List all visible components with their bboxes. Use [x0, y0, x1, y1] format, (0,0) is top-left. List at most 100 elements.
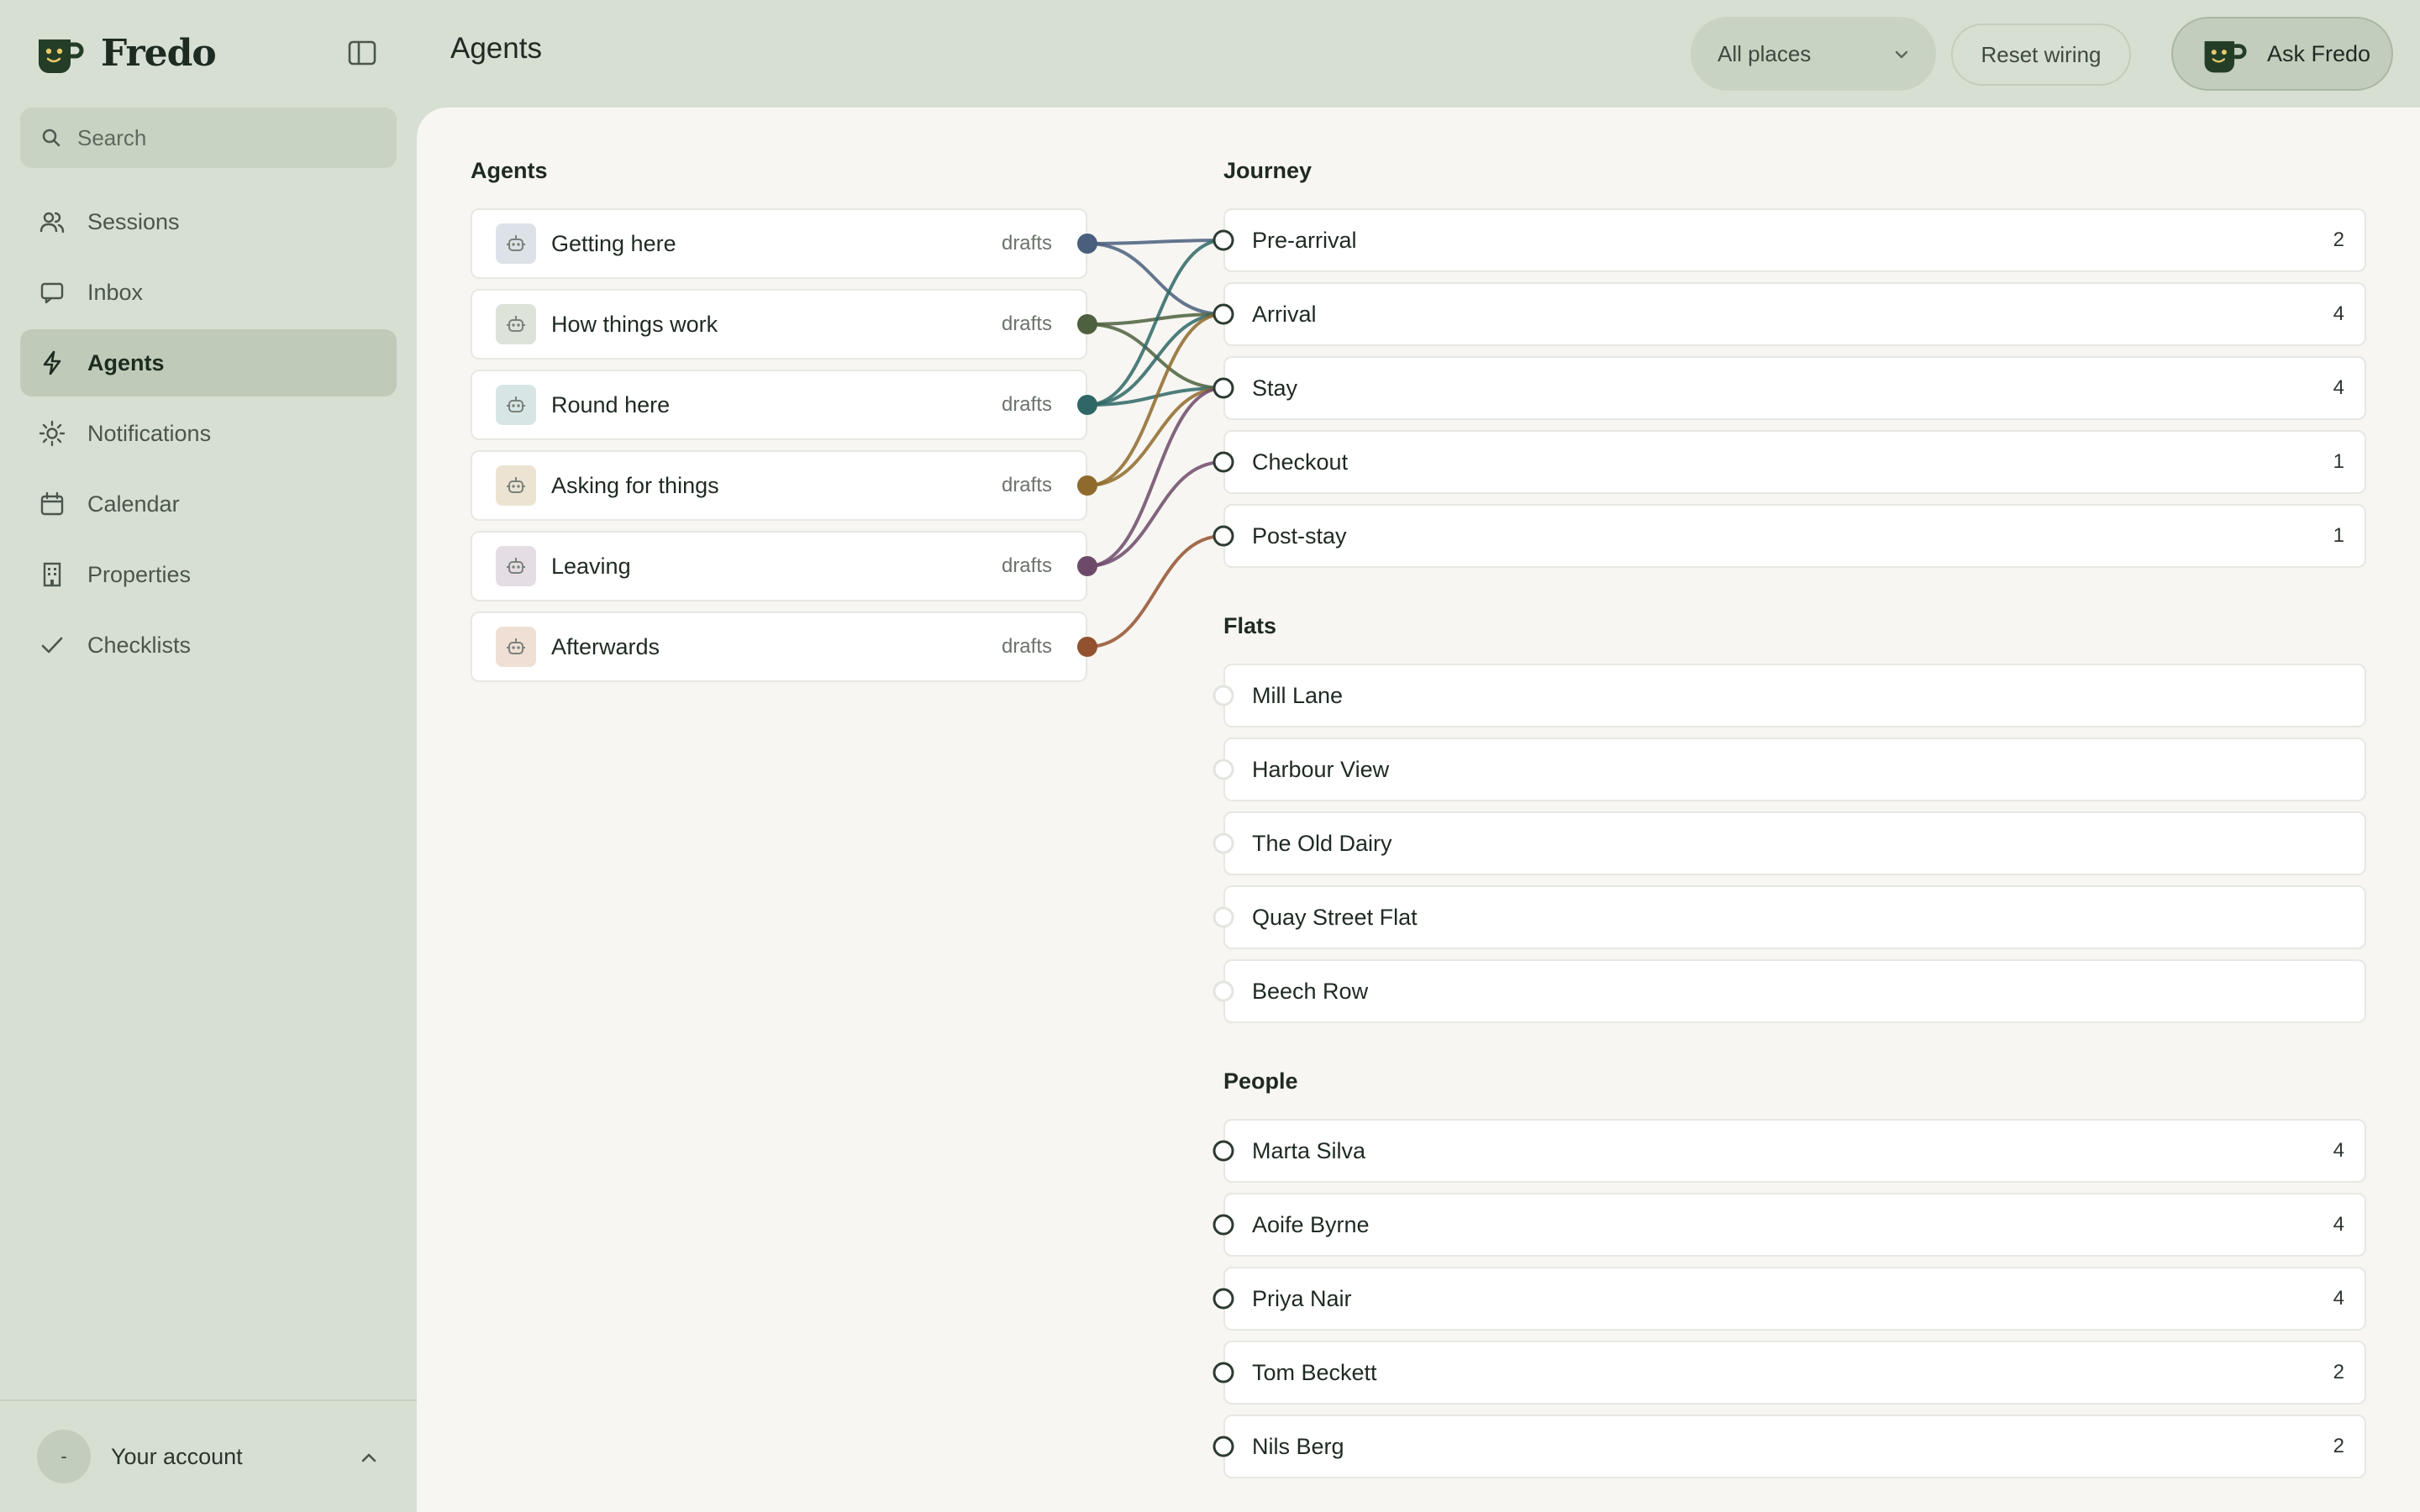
- sidebar-item-label: Checklists: [87, 632, 192, 658]
- building-icon: [43, 562, 61, 587]
- chevron-up-icon: [361, 1453, 376, 1462]
- agent-status: drafts: [1001, 554, 1052, 577]
- agent-status: drafts: [1001, 232, 1052, 255]
- row-count: 1: [2333, 450, 2344, 473]
- flats-row[interactable]: Quay Street Flat: [1223, 885, 2366, 949]
- journey-row[interactable]: Arrival 4: [1223, 282, 2366, 346]
- wire: [1086, 312, 1224, 407]
- row-label: Priya Nair: [1252, 1285, 1352, 1311]
- row-count: 2: [2333, 1435, 2344, 1457]
- search-box[interactable]: [20, 108, 397, 168]
- reset-wiring-button[interactable]: Reset wiring: [1951, 24, 2131, 86]
- sidebar-item-agents[interactable]: Agents: [20, 329, 397, 396]
- robot-icon: [496, 223, 536, 264]
- row-label: Arrival: [1252, 301, 1317, 327]
- flats-row[interactable]: Beech Row: [1223, 959, 2366, 1023]
- people-row[interactable]: Marta Silva 4: [1223, 1119, 2366, 1183]
- sidebar-item-label: Properties: [87, 561, 192, 587]
- agent-label: Afterwards: [551, 633, 660, 659]
- robot-icon: [496, 304, 536, 344]
- account-menu[interactable]: - Your account: [0, 1399, 417, 1512]
- wire: [1086, 239, 1224, 407]
- sidebar-item-properties[interactable]: Properties: [20, 541, 397, 608]
- row-label: Mill Lane: [1252, 682, 1344, 708]
- flats-section-title: Flats: [1223, 613, 1277, 638]
- row-label: Marta Silva: [1252, 1137, 1366, 1163]
- agent-card[interactable]: Afterwards drafts: [471, 612, 1087, 682]
- wire: [1086, 312, 1224, 487]
- agent-card[interactable]: How things work drafts: [471, 289, 1087, 360]
- sidebar-item-label: Sessions: [87, 208, 180, 234]
- sidebar-item-sessions[interactable]: Sessions: [20, 188, 397, 255]
- chevron-down-icon: [1895, 50, 1908, 59]
- flats-row[interactable]: The Old Dairy: [1223, 811, 2366, 875]
- row-count: 4: [2333, 376, 2344, 399]
- search-input[interactable]: [77, 124, 380, 151]
- row-count: 1: [2333, 524, 2344, 547]
- people-row[interactable]: Tom Beckett 2: [1223, 1341, 2366, 1404]
- wire: [1086, 312, 1224, 326]
- agent-status: drafts: [1001, 474, 1052, 496]
- row-count: 2: [2333, 1361, 2344, 1383]
- journey-section-title: Journey: [1223, 158, 1313, 183]
- wire: [1086, 242, 1224, 316]
- row-label: Harbour View: [1252, 756, 1390, 782]
- agent-status: drafts: [1001, 393, 1052, 416]
- account-label: Your account: [111, 1443, 243, 1469]
- journey-row[interactable]: Post-stay 1: [1223, 504, 2366, 568]
- agent-label: How things work: [551, 311, 718, 337]
- page-title: Agents: [450, 32, 542, 65]
- flats-row[interactable]: Mill Lane: [1223, 664, 2366, 727]
- sidebar: Fredo Sessions Inbox Agents Notifications Ca…: [0, 0, 417, 1512]
- agent-card[interactable]: Asking for things drafts: [471, 450, 1087, 521]
- sidebar-toggle-icon[interactable]: [348, 40, 376, 66]
- people-row[interactable]: Aoife Byrne 4: [1223, 1193, 2366, 1257]
- agent-card[interactable]: Getting here drafts: [471, 208, 1087, 279]
- row-label: Pre-arrival: [1252, 227, 1357, 253]
- users-icon: [39, 212, 65, 234]
- sidebar-nav: Sessions Inbox Agents Notifications Calendar…: [20, 188, 397, 682]
- row-count: 4: [2333, 1139, 2344, 1162]
- row-count: 4: [2333, 1213, 2344, 1236]
- agent-label: Leaving: [551, 553, 631, 579]
- wire: [1086, 386, 1224, 568]
- row-label: Nils Berg: [1252, 1433, 1344, 1459]
- row-count: 2: [2333, 228, 2344, 251]
- brand[interactable]: Fredo: [34, 24, 217, 82]
- row-label: Quay Street Flat: [1252, 904, 1418, 930]
- wire: [1086, 460, 1224, 568]
- row-count: 4: [2333, 1287, 2344, 1310]
- mug-logo-icon: [39, 39, 84, 73]
- row-label: Post-stay: [1252, 522, 1347, 549]
- search-icon: [42, 129, 60, 147]
- flats-row[interactable]: Harbour View: [1223, 738, 2366, 801]
- people-row[interactable]: Priya Nair 4: [1223, 1267, 2366, 1331]
- agent-card[interactable]: Leaving drafts: [471, 531, 1087, 601]
- chat-bubble-icon: [40, 282, 64, 304]
- row-label: Stay: [1252, 375, 1298, 401]
- sidebar-item-calendar[interactable]: Calendar: [20, 470, 397, 538]
- sidebar-item-checklists[interactable]: Checklists: [20, 612, 397, 679]
- sidebar-item-label: Notifications: [87, 420, 212, 446]
- brand-name: Fredo: [101, 31, 217, 75]
- journey-row[interactable]: Stay 4: [1223, 356, 2366, 420]
- row-label: Beech Row: [1252, 978, 1369, 1004]
- agent-card[interactable]: Round here drafts: [471, 370, 1087, 440]
- ask-fredo-button[interactable]: Ask Fredo: [2171, 17, 2393, 91]
- app-window: Fredo Sessions Inbox Agents Notifications Ca…: [0, 0, 2420, 1512]
- row-label: Tom Beckett: [1252, 1359, 1377, 1385]
- ask-fredo-label: Ask Fredo: [2267, 40, 2371, 66]
- people-row[interactable]: Nils Berg 2: [1223, 1415, 2366, 1478]
- row-label: Aoife Byrne: [1252, 1211, 1370, 1237]
- journey-row[interactable]: Checkout 1: [1223, 430, 2366, 494]
- agent-status: drafts: [1001, 312, 1052, 335]
- check-icon: [41, 637, 63, 654]
- journey-row[interactable]: Pre-arrival 2: [1223, 208, 2366, 272]
- mug-logo-icon: [2204, 41, 2247, 73]
- wire: [1086, 239, 1224, 245]
- row-label: The Old Dairy: [1252, 830, 1392, 856]
- sidebar-item-inbox[interactable]: Inbox: [20, 259, 397, 326]
- sidebar-item-notifications[interactable]: Notifications: [20, 400, 397, 467]
- wire: [1086, 323, 1224, 390]
- places-select[interactable]: All places: [1691, 17, 1936, 91]
